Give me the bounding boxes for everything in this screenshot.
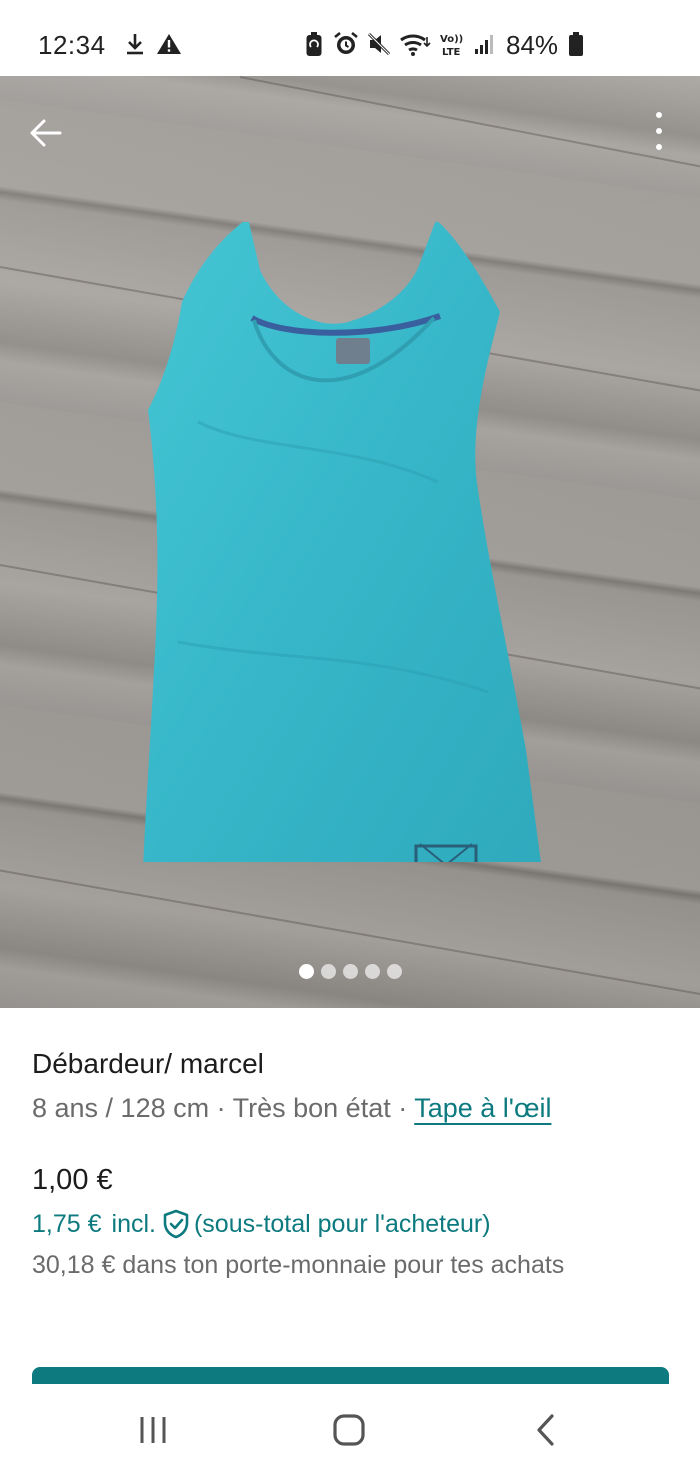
shield-check-icon[interactable]	[162, 1209, 190, 1239]
signal-icon	[472, 30, 498, 58]
carousel-dot[interactable]	[364, 964, 380, 979]
floor-plank-line	[0, 866, 700, 1000]
tank-top-image	[138, 218, 548, 898]
battery-saver-icon	[304, 30, 324, 58]
back-button[interactable]	[22, 110, 68, 156]
recents-icon[interactable]	[136, 1412, 170, 1448]
buyer-total-price[interactable]: 1,75 € incl. (sous-total pour l'acheteur…	[32, 1209, 491, 1239]
more-dot	[656, 112, 662, 118]
separator: ·	[209, 1093, 233, 1123]
carousel-dot-active[interactable]	[298, 964, 314, 979]
carousel-dot[interactable]	[386, 964, 402, 979]
wallet-balance: 30,18 € dans ton porte-monnaie pour tes …	[32, 1251, 565, 1279]
more-options-button[interactable]	[644, 106, 674, 156]
svg-text:Vo)): Vo))	[440, 34, 463, 45]
item-subtitle: 8 ans / 128 cm · Très bon état · Tape à …	[32, 1093, 551, 1124]
svg-text:LTE: LTE	[442, 47, 461, 57]
home-icon[interactable]	[330, 1412, 368, 1448]
system-nav-bar	[0, 1384, 700, 1478]
carousel-dot[interactable]	[342, 964, 358, 979]
status-bar: 12:34 Vo)) LTE 84%	[0, 0, 700, 76]
buyer-total-amount: 1,75 €	[32, 1209, 102, 1238]
back-nav-icon[interactable]	[530, 1412, 560, 1448]
incl-label: incl.	[111, 1209, 156, 1238]
item-title: Débardeur/ marcel	[32, 1048, 264, 1079]
item-condition: Très bon état	[232, 1093, 391, 1123]
warning-icon	[156, 30, 182, 58]
battery-percent: 84%	[506, 30, 559, 60]
carousel-indicator	[0, 964, 700, 979]
item-size: 8 ans / 128 cm	[32, 1093, 210, 1123]
more-dot	[656, 128, 662, 134]
more-dot	[656, 144, 662, 150]
carousel-dot[interactable]	[320, 964, 336, 979]
arrow-left-icon	[30, 119, 62, 147]
battery-icon	[566, 30, 586, 58]
item-price: 1,00 €	[32, 1164, 113, 1196]
separator: ·	[390, 1093, 415, 1123]
product-photo[interactable]	[0, 76, 700, 1008]
mute-icon	[366, 30, 392, 58]
brand-link[interactable]: Tape à l'œil	[414, 1093, 551, 1123]
alarm-icon	[333, 30, 359, 58]
status-time: 12:34	[38, 30, 106, 60]
buyer-total-note: (sous-total pour l'acheteur)	[193, 1209, 491, 1238]
wifi-icon	[399, 30, 431, 58]
floor-plank-line	[239, 76, 700, 178]
volte-icon: Vo)) LTE	[438, 30, 468, 58]
download-icon	[124, 30, 146, 58]
